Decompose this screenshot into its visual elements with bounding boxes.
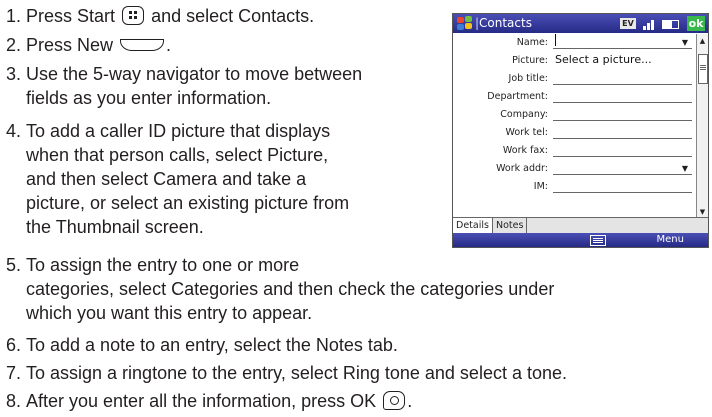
device-screenshot: | Contacts EV ok Name: ▼ Picture: Select… xyxy=(452,13,709,248)
field-row-work-tel: Work tel: xyxy=(453,124,696,141)
step-number: 7. xyxy=(6,363,22,383)
step-number: 5. xyxy=(6,255,22,275)
windows-start-icon[interactable] xyxy=(457,16,473,31)
ok-button[interactable]: ok xyxy=(687,16,705,31)
field-row-work-fax: Work fax: xyxy=(453,142,696,159)
step-line: categories, select Categories and then c… xyxy=(26,279,555,299)
dropdown-arrow-icon[interactable]: ▼ xyxy=(682,164,688,173)
tab-notes[interactable]: Notes xyxy=(493,218,528,233)
step-line: To assign a ringtone to the entry, selec… xyxy=(26,363,568,383)
field-label: Work tel: xyxy=(505,127,549,138)
step-number: 2. xyxy=(6,35,22,55)
scroll-thumb[interactable] xyxy=(698,54,708,84)
start-key-icon xyxy=(122,6,145,25)
scrollbar[interactable]: ▲ ▼ xyxy=(696,34,708,219)
field-label: Work addr: xyxy=(496,163,548,174)
step-line: To add a note to an entry, select the No… xyxy=(26,335,398,355)
field-label: Department: xyxy=(487,91,548,102)
menu-button[interactable]: Menu xyxy=(657,233,684,247)
field-row-company: Company: xyxy=(453,106,696,123)
app-title: Contacts xyxy=(479,16,532,30)
step-line: picture, or select an existing picture f… xyxy=(26,193,350,213)
title-bar: | Contacts EV ok xyxy=(453,14,708,33)
step-number: 4. xyxy=(6,121,22,141)
work-fax-input[interactable] xyxy=(553,142,692,157)
job-title-input[interactable] xyxy=(553,70,692,85)
step-line: Use the 5-way navigator to move between xyxy=(26,64,363,84)
keyboard-icon[interactable] xyxy=(590,235,606,246)
step-line: and then select Camera and take a xyxy=(26,169,307,189)
field-label: Name: xyxy=(516,37,548,48)
step-text: Press New xyxy=(26,35,114,55)
step-number: 3. xyxy=(6,64,22,84)
department-input[interactable] xyxy=(553,88,692,103)
field-row-work-addr: Work addr: ▼ xyxy=(453,160,696,177)
step-3: 3. Use the 5-way navigator to move betwee… xyxy=(6,62,362,110)
step-1: 1. Press Start and select Contacts. xyxy=(6,4,314,28)
new-key-icon xyxy=(120,39,165,51)
ok-key-icon xyxy=(383,391,406,410)
dropdown-arrow-icon[interactable]: ▼ xyxy=(682,38,688,47)
step-line: fields as you enter information. xyxy=(26,88,272,108)
step-line: To assign the entry to one or more xyxy=(26,255,300,275)
tab-strip: Details Notes xyxy=(453,217,708,234)
scroll-down-icon[interactable]: ▼ xyxy=(698,207,707,217)
step-number: 1. xyxy=(6,6,22,26)
work-addr-input[interactable] xyxy=(553,160,692,175)
step-2: 2. Press New . xyxy=(6,33,171,57)
field-row-picture: Picture: Select a picture... xyxy=(453,52,696,69)
step-4: 4. To add a caller ID picture that displa… xyxy=(6,119,349,239)
step-5: 5. To assign the entry to one or more cat… xyxy=(6,253,554,325)
step-number: 6. xyxy=(6,335,22,355)
field-label: Picture: xyxy=(512,55,548,66)
step-line: when that person calls, select Picture, xyxy=(26,145,329,165)
step-6: 6. To add a note to an entry, select the … xyxy=(6,333,398,357)
step-text: Press Start xyxy=(26,6,116,26)
field-row-name: Name: ▼ xyxy=(453,34,696,51)
work-tel-input[interactable] xyxy=(553,124,692,139)
step-line: which you want this entry to appear. xyxy=(26,303,313,323)
signal-strength-icon xyxy=(643,17,657,30)
step-text-end: and select Contacts. xyxy=(151,6,315,26)
tab-details[interactable]: Details xyxy=(453,218,493,233)
im-input[interactable] xyxy=(553,178,692,193)
contact-form: Name: ▼ Picture: Select a picture... Job… xyxy=(453,34,696,216)
battery-icon xyxy=(662,20,679,29)
text-cursor xyxy=(555,34,556,46)
step-number: 8. xyxy=(6,391,22,411)
ev-data-icon: EV xyxy=(620,18,636,29)
picture-select[interactable]: Select a picture... xyxy=(553,53,692,67)
field-row-department: Department: xyxy=(453,88,696,105)
step-8: 8. After you enter all the information, p… xyxy=(6,389,412,413)
field-label: Work fax: xyxy=(502,145,548,156)
step-text-end: . xyxy=(166,35,172,55)
company-input[interactable] xyxy=(553,106,692,121)
step-text: After you enter all the information, pre… xyxy=(26,391,377,411)
step-line: To add a caller ID picture that displays xyxy=(26,121,331,141)
step-line: the Thumbnail screen. xyxy=(26,217,204,237)
field-row-im: IM: xyxy=(453,178,696,195)
field-label: Job title: xyxy=(508,73,548,84)
step-7: 7. To assign a ringtone to the entry, sel… xyxy=(6,361,567,385)
field-label: Company: xyxy=(500,109,548,120)
scroll-up-icon[interactable]: ▲ xyxy=(698,36,707,46)
field-row-job-title: Job title: xyxy=(453,70,696,87)
step-text-end: . xyxy=(407,391,413,411)
soft-key-bar: Menu xyxy=(453,233,708,247)
name-input[interactable] xyxy=(553,34,692,49)
field-label: IM: xyxy=(533,181,548,192)
